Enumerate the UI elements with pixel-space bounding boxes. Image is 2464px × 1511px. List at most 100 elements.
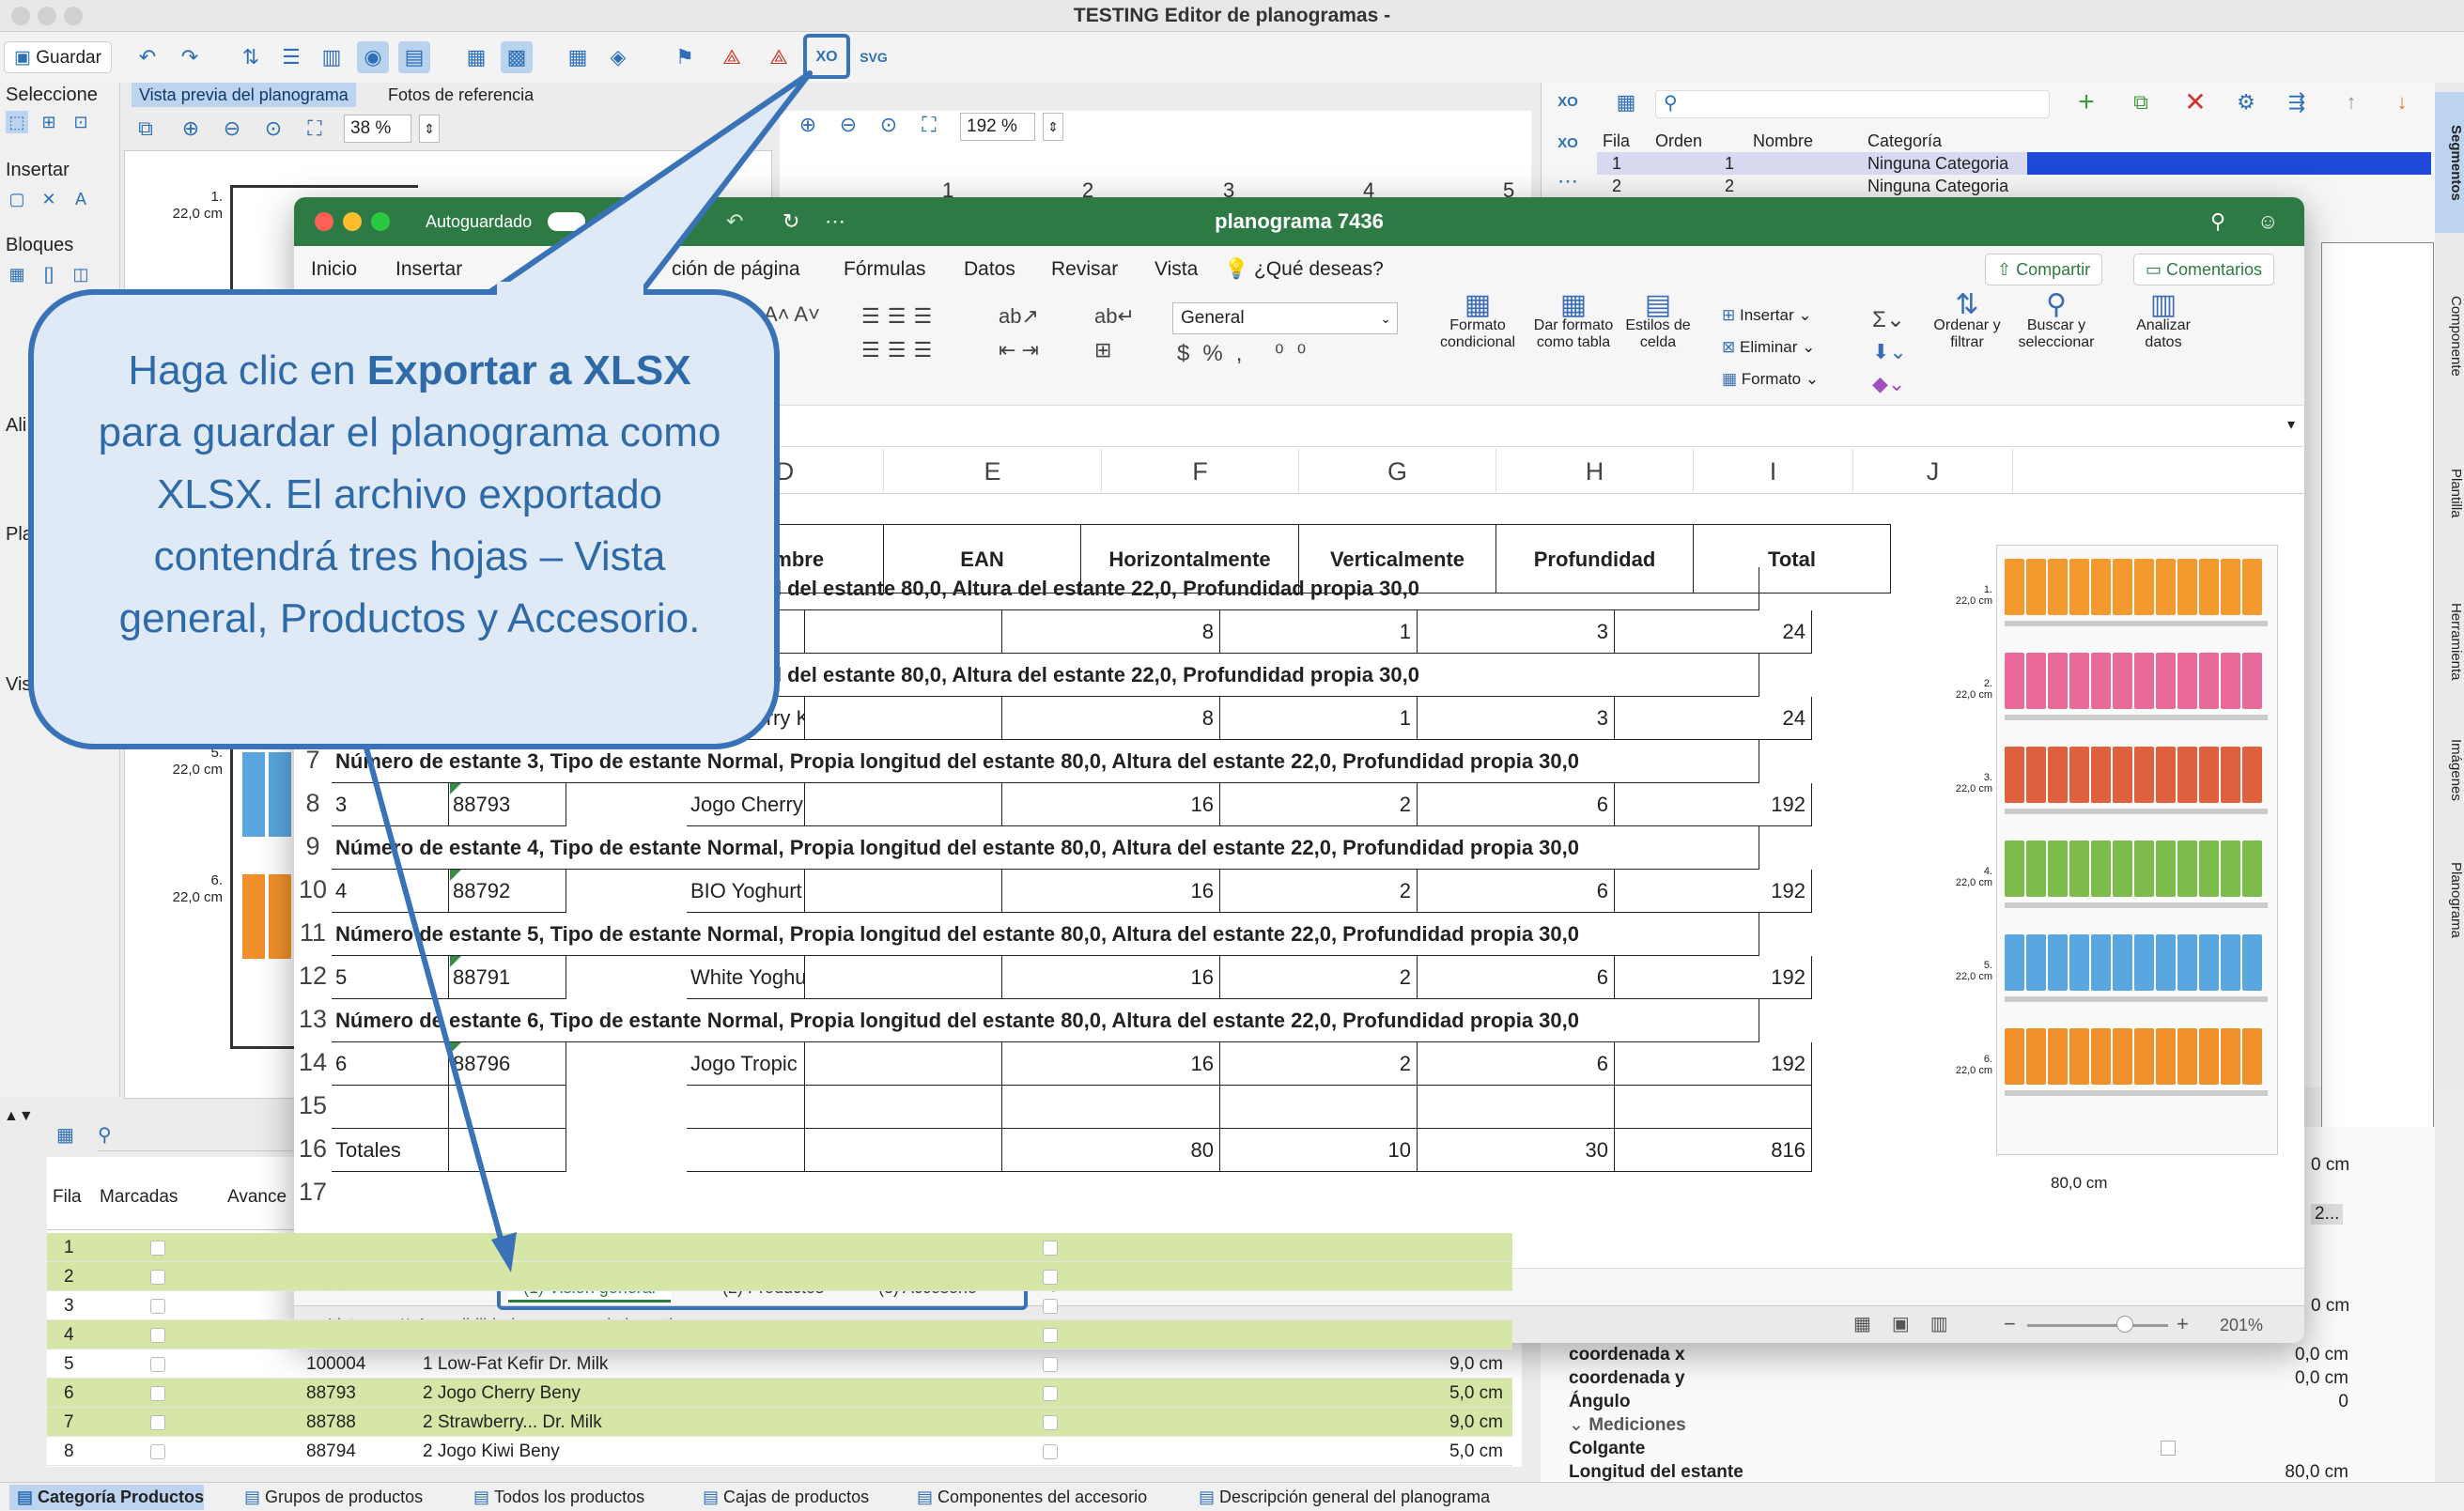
row-checkbox[interactable] bbox=[1043, 1328, 1058, 1343]
table-cell[interactable]: 1 bbox=[1220, 610, 1418, 654]
row-checkbox[interactable] bbox=[1043, 1270, 1058, 1285]
block-cube-icon[interactable]: ◫ bbox=[70, 263, 92, 285]
minimize-window-button[interactable] bbox=[38, 7, 56, 25]
menu-tell-me[interactable]: 💡 ¿Qué deseas? bbox=[1224, 246, 1384, 293]
tab-categoria-productos[interactable]: Categoría Productos bbox=[9, 1485, 205, 1510]
marked-checkbox[interactable] bbox=[150, 1270, 165, 1285]
table-cell[interactable] bbox=[449, 1129, 566, 1172]
zoom-reset-icon[interactable]: ⊙ bbox=[259, 113, 287, 145]
property-section[interactable]: ⌄ Mediciones bbox=[1569, 1413, 2414, 1437]
menu-formulas[interactable]: Fórmulas bbox=[844, 246, 926, 293]
table-cell[interactable]: BIO Yoghurt bbox=[687, 870, 805, 913]
collapse-icon[interactable]: ▲▼ bbox=[4, 1108, 34, 1125]
column-header[interactable]: G bbox=[1299, 449, 1496, 494]
save-button[interactable]: ▣ Guardar bbox=[4, 41, 112, 73]
table-cell[interactable]: White Yoghurt bbox=[687, 956, 805, 999]
fit-icon[interactable]: ⧉ bbox=[132, 113, 160, 145]
zoom-fit-icon[interactable]: ⛶ bbox=[915, 109, 943, 141]
shelf-info-cell[interactable]: Número de estante 6, Tipo de estante Nor… bbox=[332, 999, 1759, 1042]
sort-icon[interactable]: ⇅ bbox=[235, 41, 267, 73]
undo-icon[interactable]: ↶ bbox=[132, 41, 163, 73]
share-button[interactable]: ⇧ Compartir bbox=[1985, 254, 2103, 285]
row-number[interactable]: 13 bbox=[294, 1005, 332, 1034]
select-icon[interactable]: ⬚ bbox=[6, 111, 28, 133]
table-cell[interactable]: 4 bbox=[332, 870, 449, 913]
tab-reference-photos[interactable]: Fotos de referencia bbox=[380, 83, 541, 107]
main-zoom-stepper[interactable]: ⇕ bbox=[1043, 113, 1063, 141]
table-cell[interactable]: 3 bbox=[1418, 610, 1615, 654]
view-mode-icons[interactable]: ▦▣▥ bbox=[1853, 1312, 1969, 1335]
more-icon[interactable]: ⋯ bbox=[1552, 165, 1584, 197]
tab-componentes-accesorio[interactable]: Componentes del accesorio bbox=[909, 1485, 1147, 1510]
marked-checkbox[interactable] bbox=[150, 1415, 165, 1430]
table-row[interactable]: 1 1 Ninguna Categoria bbox=[1597, 152, 2431, 175]
table-cell[interactable] bbox=[1002, 1086, 1220, 1129]
table-row[interactable]: 2 bbox=[47, 1262, 1512, 1291]
insert-cells-button[interactable]: ⊞ Insertar ⌄ bbox=[1722, 306, 1812, 325]
menu-revisar[interactable]: Revisar bbox=[1051, 246, 1118, 293]
tab-planogram-preview[interactable]: Vista previa del planograma bbox=[132, 83, 356, 107]
marked-checkbox[interactable] bbox=[150, 1357, 165, 1372]
colgante-checkbox[interactable] bbox=[2161, 1441, 2176, 1456]
zoom-slider-thumb[interactable] bbox=[2116, 1316, 2133, 1333]
table-cell[interactable]: 192 bbox=[1615, 783, 1812, 826]
table-cell[interactable] bbox=[1220, 1086, 1418, 1129]
main-zoom-input[interactable]: 192 % bbox=[960, 113, 1035, 141]
table-row[interactable]: 6 88793 2 Jogo Cherry Beny 5,0 cm bbox=[47, 1379, 1512, 1408]
table-row[interactable]: 1 bbox=[47, 1233, 1512, 1262]
insert-text-icon[interactable]: A bbox=[70, 188, 92, 210]
table-row[interactable]: 8 88794 2 Jogo Kiwi Beny 5,0 cm bbox=[47, 1437, 1512, 1466]
block-icon[interactable]: ▦ bbox=[6, 263, 28, 285]
zoom-in-icon[interactable]: ⊕ bbox=[177, 113, 205, 145]
row-checkbox[interactable] bbox=[1043, 1415, 1058, 1430]
table-icon[interactable]: ▦ bbox=[56, 1123, 74, 1147]
table-cell[interactable]: 88791 bbox=[449, 956, 566, 999]
chart-icon[interactable]: ◈ bbox=[602, 41, 634, 73]
find-select-button[interactable]: ⚲ Buscar y seleccionar bbox=[2009, 291, 2103, 351]
table-cell[interactable]: 16 bbox=[1002, 956, 1220, 999]
vtab-imagenes[interactable]: Imágenes bbox=[2435, 714, 2464, 826]
zoom-fit-icon[interactable]: ⛶ bbox=[301, 113, 329, 145]
row-checkbox[interactable] bbox=[1043, 1444, 1058, 1459]
row-checkbox[interactable] bbox=[1043, 1386, 1058, 1401]
preview-zoom-input[interactable]: 38 % bbox=[344, 115, 411, 143]
zoom-in-icon[interactable]: + bbox=[2177, 1312, 2189, 1336]
marked-checkbox[interactable] bbox=[150, 1241, 165, 1256]
zoom-out-icon[interactable]: − bbox=[2004, 1312, 2016, 1336]
column-header[interactable]: H bbox=[1496, 449, 1694, 494]
table-cell[interactable] bbox=[805, 1086, 1002, 1129]
add-icon[interactable]: + bbox=[2070, 86, 2102, 118]
zoom-out-icon[interactable]: ⊖ bbox=[218, 113, 246, 145]
table-cell[interactable]: Jogo Tropic bbox=[687, 1042, 805, 1086]
table-cell[interactable]: 80 bbox=[1002, 1129, 1220, 1172]
vtab-plantilla[interactable]: Plantilla bbox=[2435, 432, 2464, 554]
table-icon[interactable]: ▦ bbox=[562, 41, 594, 73]
table-cell[interactable]: Jogo Cherry bbox=[687, 783, 805, 826]
close-window-button[interactable] bbox=[11, 7, 30, 25]
select-grid-icon[interactable]: ⊞ bbox=[38, 111, 60, 133]
format-cells-button[interactable]: ▦ Formato ⌄ bbox=[1722, 370, 1819, 389]
table-cell[interactable]: 16 bbox=[1002, 1042, 1220, 1086]
marked-checkbox[interactable] bbox=[150, 1386, 165, 1401]
sort-filter-button[interactable]: ⇅ Ordenar y filtrar bbox=[1927, 291, 2007, 351]
column-header[interactable]: I bbox=[1694, 449, 1853, 494]
marked-checkbox[interactable] bbox=[150, 1299, 165, 1314]
vtab-herramienta[interactable]: Herramienta bbox=[2435, 571, 2464, 712]
indent-icon[interactable]: ⇤ ⇥ bbox=[999, 338, 1039, 362]
table-row[interactable]: 4 bbox=[47, 1320, 1512, 1349]
redo-icon[interactable]: ↷ bbox=[174, 41, 206, 73]
move-up-icon[interactable]: ↑ bbox=[2335, 86, 2367, 118]
table-cell[interactable]: 6 bbox=[1418, 956, 1615, 999]
table-cell[interactable]: 30 bbox=[1418, 1129, 1615, 1172]
table-cell[interactable] bbox=[805, 1129, 1002, 1172]
row-number[interactable]: 9 bbox=[294, 832, 332, 861]
camera-icon[interactable]: ◉ bbox=[357, 41, 389, 73]
table-cell[interactable]: 16 bbox=[1002, 783, 1220, 826]
row-number[interactable]: 12 bbox=[294, 962, 332, 991]
table-cell[interactable]: 8 bbox=[1002, 697, 1220, 740]
table-row[interactable]: 2 2 Ninguna Categoria bbox=[1597, 175, 2431, 197]
row-checkbox[interactable] bbox=[1043, 1357, 1058, 1372]
table-cell[interactable]: 88793 bbox=[449, 783, 566, 826]
conditional-format-button[interactable]: ▦ Formato condicional bbox=[1431, 291, 1525, 351]
clear-icon[interactable]: ◆⌄ bbox=[1872, 372, 1905, 396]
